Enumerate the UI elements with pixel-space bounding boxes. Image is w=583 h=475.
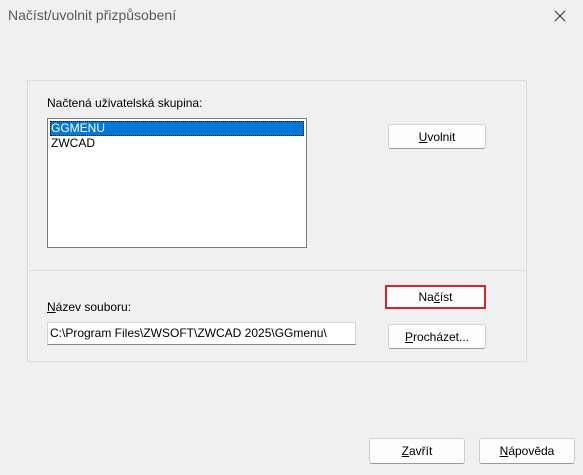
filepath-field[interactable]: C:\Program Files\ZWSOFT\ZWCAD 2025\GGmen… — [47, 322, 356, 345]
browse-label-key: P — [404, 329, 413, 344]
filename-label-key: N — [47, 300, 56, 314]
filename-label: Název souboru: — [47, 300, 131, 314]
filename-label-post: ázev souboru: — [55, 300, 132, 314]
list-item-ggmenu[interactable]: GGMENU — [50, 121, 304, 136]
browse-label-post: rocházet... — [412, 329, 470, 344]
list-item-zwcad[interactable]: ZWCAD — [50, 136, 304, 151]
close-label-key: Z — [401, 444, 409, 458]
group-divider — [28, 270, 526, 271]
unload-button[interactable]: Uvolnit — [388, 124, 486, 149]
help-label-post: ápověda — [508, 444, 555, 458]
load-button[interactable]: Načíst — [385, 285, 486, 309]
close-button[interactable] — [537, 0, 583, 32]
loaded-group-label: Načtená uživatelská skupina: — [47, 96, 203, 110]
close-icon — [554, 10, 566, 22]
close-label-post: avřít — [409, 444, 433, 458]
loaded-group-list[interactable]: GGMENU ZWCAD — [47, 118, 307, 248]
dialog-title: Načíst/uvolnit přizpůsobení — [8, 7, 177, 23]
unload-label-post: volnit — [427, 129, 456, 144]
browse-button[interactable]: Procházet... — [388, 324, 486, 349]
load-label-post: íst — [439, 290, 453, 304]
help-button[interactable]: Nápověda — [479, 438, 575, 464]
load-label-pre: Na — [418, 290, 434, 304]
close-dialog-button[interactable]: Zavřít — [369, 438, 465, 464]
help-label-key: N — [499, 444, 509, 458]
title-bar: Načíst/uvolnit přizpůsobení — [0, 0, 583, 32]
